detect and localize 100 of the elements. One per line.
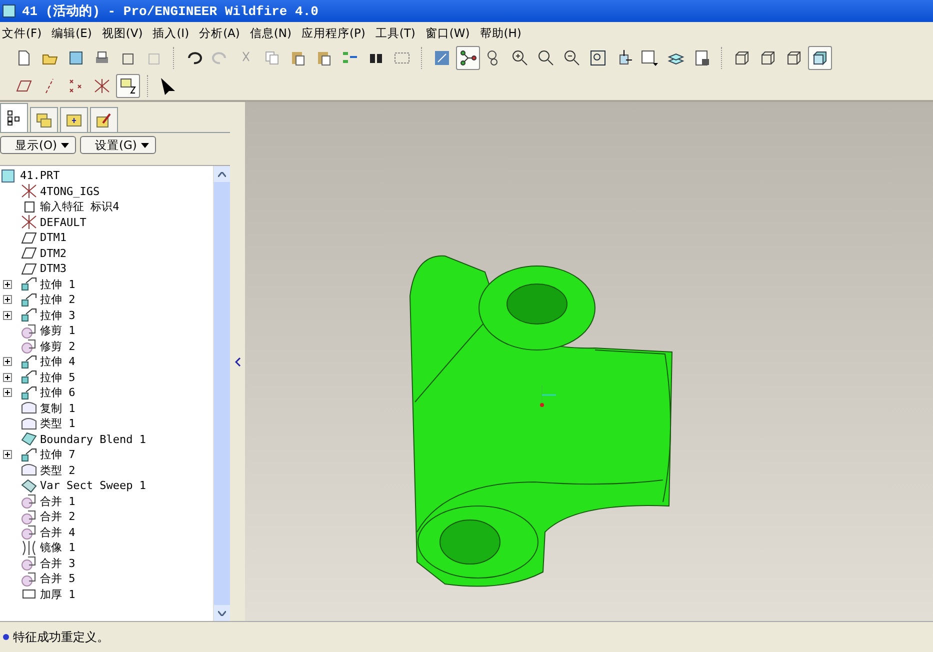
- tree-item[interactable]: 拉伸 1: [0, 276, 213, 292]
- panel-tab[interactable]: [0, 103, 28, 132]
- tree-label: 合并 1: [40, 494, 76, 509]
- tree-item[interactable]: 输入特征 标识4: [0, 199, 213, 214]
- dropdown-button[interactable]: 显示(O): [0, 136, 76, 154]
- expand-icon[interactable]: [2, 310, 12, 320]
- menu-item[interactable]: 分析(A): [199, 26, 246, 40]
- panel-tab[interactable]: [90, 107, 118, 132]
- tree-item[interactable]: 类型 1: [0, 416, 213, 432]
- tree-item[interactable]: 拉伸 2: [0, 292, 213, 308]
- tree-item[interactable]: 合并 5: [0, 571, 213, 586]
- tree-item[interactable]: 修剪 1: [0, 323, 213, 338]
- extrude-feature-icon: [20, 368, 38, 386]
- tree-label: 修剪 1: [40, 323, 76, 338]
- tree-label: 合并 4: [40, 524, 76, 540]
- tree-item[interactable]: 镜像 1: [0, 540, 213, 556]
- expand-icon[interactable]: [2, 357, 12, 366]
- dropdown-button[interactable]: 设置(G): [80, 136, 156, 154]
- window-title: 41 (活动的) - Pro/ENGINEER Wildfire 4.0: [22, 3, 318, 20]
- zoomlist-icon: [537, 49, 555, 67]
- tree-label: 合并 3: [40, 556, 76, 571]
- tree-item[interactable]: 合并 4: [0, 524, 213, 540]
- mirror-feature-icon: [20, 538, 38, 557]
- menu-item[interactable]: 插入(I): [152, 26, 196, 40]
- tree-item[interactable]: Var Sect Sweep 1: [0, 478, 213, 494]
- undo-icon: [185, 49, 203, 67]
- tree-label: DEFAULT: [40, 216, 86, 229]
- menu-item[interactable]: 编辑(E): [52, 26, 98, 40]
- expand-icon[interactable]: [2, 295, 12, 304]
- tree-item[interactable]: DTM1: [0, 230, 213, 246]
- menu-item[interactable]: 帮助(H): [480, 26, 528, 40]
- tree-item[interactable]: 合并 1: [0, 494, 213, 509]
- tree-label: 合并 2: [40, 509, 76, 524]
- trim-feature-icon: [20, 322, 38, 340]
- help-cursor-icon: [159, 77, 177, 95]
- tree-item[interactable]: 复制 1: [0, 400, 213, 416]
- tree-item[interactable]: 加厚 1: [0, 586, 213, 602]
- tree-label: 拉伸 3: [40, 308, 76, 323]
- merge-feature-icon: [20, 508, 38, 526]
- shade-icon: [811, 49, 829, 67]
- tree-item[interactable]: 41.PRT: [0, 168, 213, 184]
- expand-icon[interactable]: [2, 372, 12, 382]
- collapse-icon: [234, 356, 240, 366]
- tree-item[interactable]: 拉伸 7: [0, 447, 213, 462]
- trim-feature-icon: [20, 337, 38, 356]
- expand-icon[interactable]: [2, 280, 12, 289]
- tree-label: 复制 1: [40, 400, 76, 416]
- tree-item[interactable]: Boundary Blend 1: [0, 432, 213, 447]
- sweep-feature-icon: [20, 476, 38, 495]
- tree-item[interactable]: 合并 2: [0, 509, 213, 524]
- chevron-down-icon: [218, 610, 226, 616]
- toolbar-button[interactable]: [808, 46, 832, 70]
- tree-item[interactable]: 拉伸 6: [0, 385, 213, 400]
- tree-label: 修剪 2: [40, 338, 76, 354]
- tree-item[interactable]: 拉伸 4: [0, 354, 213, 370]
- tree-item[interactable]: 拉伸 5: [0, 370, 213, 385]
- tree-label: DTM1: [40, 231, 66, 244]
- tree-item[interactable]: DTM3: [0, 261, 213, 276]
- tree-item[interactable]: DTM2: [0, 246, 213, 261]
- extrude-feature-icon: [20, 275, 38, 294]
- tree-item[interactable]: 拉伸 3: [0, 308, 213, 323]
- scrollbar[interactable]: [213, 166, 230, 621]
- zoomout-icon: [563, 49, 581, 67]
- blend-feature-icon: [20, 430, 38, 448]
- tree-label: 拉伸 5: [40, 370, 76, 385]
- tree-label: DTM2: [40, 246, 66, 260]
- merge-feature-icon: [20, 554, 38, 572]
- copy-icon: [263, 49, 281, 67]
- coordinate-triad-icon: [540, 384, 556, 407]
- menu-item[interactable]: 工具(T): [375, 26, 422, 40]
- expand-icon[interactable]: [2, 388, 12, 398]
- extrude-feature-icon: [20, 384, 38, 402]
- status-message: 特征成功重定义。: [13, 628, 109, 646]
- menu-item[interactable]: 窗口(W): [425, 26, 476, 40]
- folders-icon: [35, 111, 53, 129]
- menu-item[interactable]: 视图(V): [102, 26, 149, 40]
- tree-item[interactable]: 合并 3: [0, 556, 213, 571]
- paste-icon: [289, 49, 307, 67]
- scroll-up-button[interactable]: [214, 166, 230, 182]
- merge-feature-icon: [20, 570, 38, 588]
- scroll-down-button[interactable]: [214, 605, 230, 621]
- fit-icon: [589, 49, 607, 67]
- menu-item[interactable]: 应用程序(P): [301, 26, 372, 40]
- zoomin-icon: [511, 49, 529, 67]
- tree-label: 镜像 1: [40, 540, 76, 556]
- menu-item[interactable]: 信息(N): [250, 26, 298, 40]
- toolbar-button[interactable]: [116, 74, 140, 98]
- tree-item[interactable]: 类型 2: [0, 462, 213, 478]
- tree-item[interactable]: DEFAULT: [0, 214, 213, 230]
- toolbar-button[interactable]: [456, 46, 480, 70]
- expand-icon[interactable]: [2, 450, 12, 460]
- csys-icon: [93, 77, 111, 95]
- tree-item[interactable]: 修剪 2: [0, 338, 213, 354]
- menu-item[interactable]: 文件(F): [2, 26, 48, 40]
- paste2-icon: [315, 49, 333, 67]
- spin-icon: [459, 49, 477, 67]
- tree-label: 拉伸 1: [40, 276, 76, 292]
- extrude-feature-icon: [20, 290, 38, 309]
- merge-feature-icon: [20, 492, 38, 510]
- tree-item[interactable]: 4TONG_IGS: [0, 184, 213, 199]
